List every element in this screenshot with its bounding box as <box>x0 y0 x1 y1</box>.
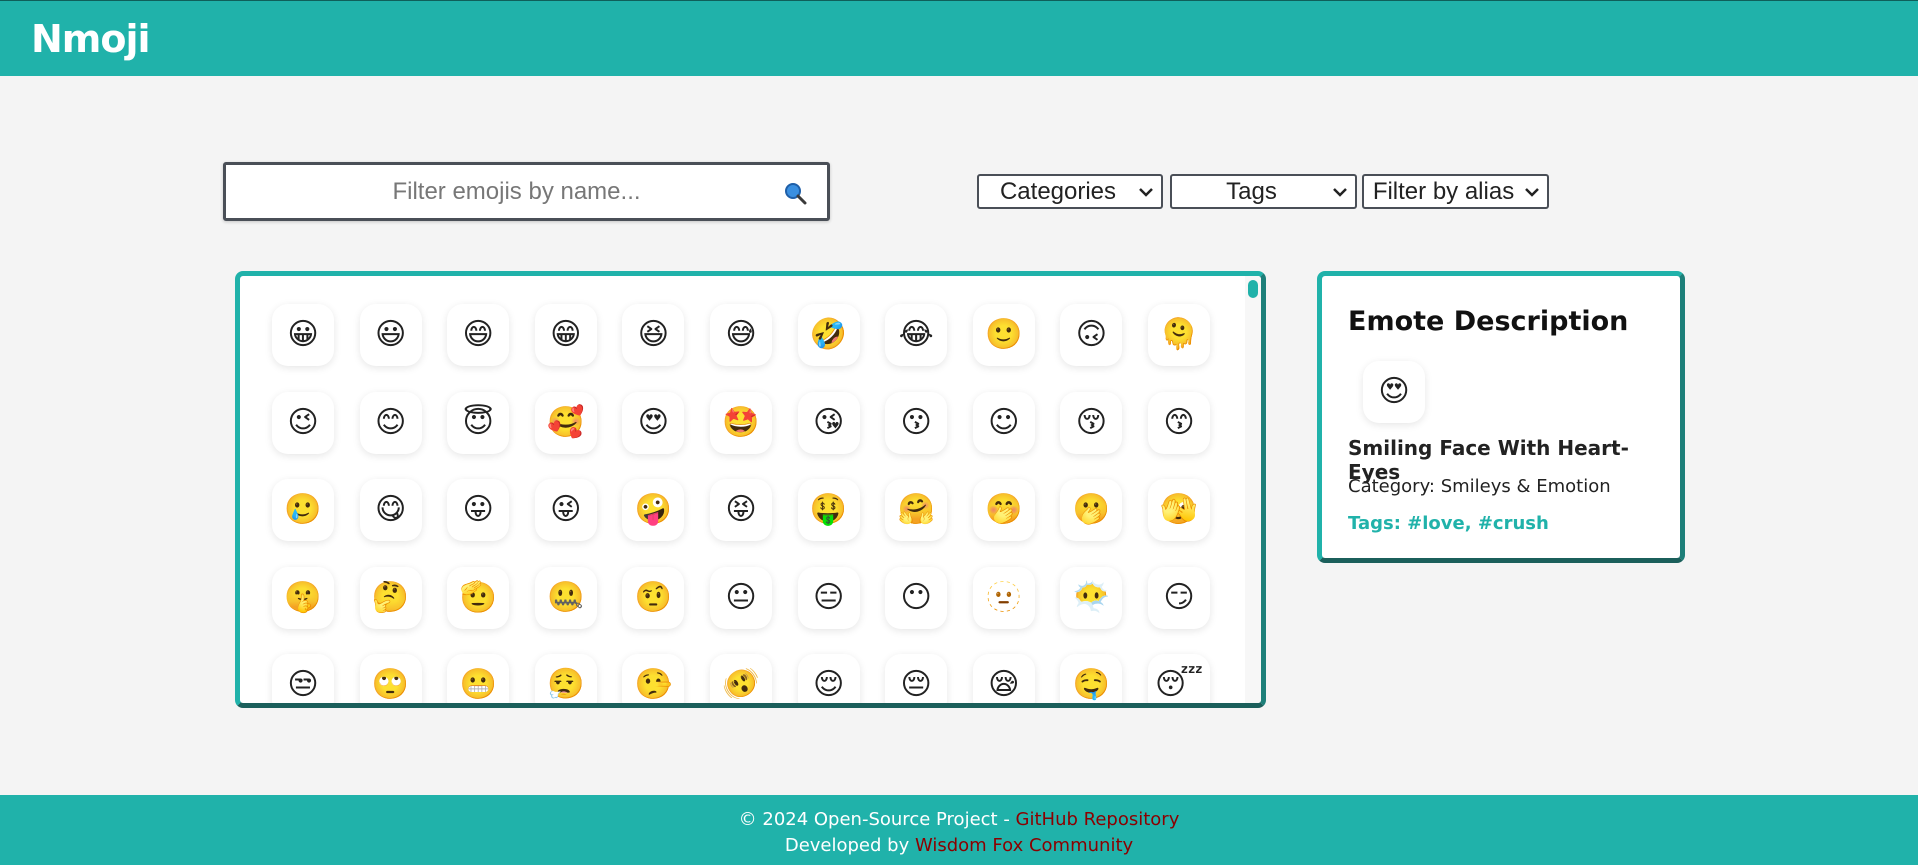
magnifier-icon[interactable] <box>783 181 807 205</box>
emoji-button[interactable]: 😃 <box>359 304 422 366</box>
emoji-button[interactable]: 🤤 <box>1060 654 1123 703</box>
wisdom-fox-community-link[interactable]: Wisdom Fox Community <box>915 835 1133 856</box>
brand-logo[interactable]: Nmoji <box>31 17 151 61</box>
emoji-grid-panel: 😀 😃 😄 😁 😆 😅 🤣 😂 🙂 🙃 🫠 😉 😊 😇 🥰 😍 🤩 😘 😗 ☺ 😚 😙 🥲 😋 😛 😜 🤪 😝 🤑 🤗 🤭 🫢 🫣 🤫 🤔 🫡 🤐 🤨 😐 😑… <box>235 271 1266 708</box>
emoji-button[interactable]: 🫨 <box>710 654 772 703</box>
emoji-button[interactable]: 😶 <box>885 566 948 629</box>
emoji-button[interactable]: 🙄 <box>359 654 422 703</box>
emoji-button[interactable]: 😙 <box>1148 391 1210 454</box>
tags-select[interactable]: Tags <box>1170 174 1357 209</box>
emoji-button[interactable]: 🤩 <box>710 391 772 454</box>
emoji-button[interactable]: 🤫 <box>272 566 334 629</box>
footer-copyright: © 2024 Open-Source Project - <box>738 809 1016 830</box>
emoji-button[interactable]: 🤪 <box>622 479 685 541</box>
emoji-button[interactable]: 😆 <box>622 304 685 366</box>
categories-select-label: Categories <box>999 177 1117 205</box>
alias-select[interactable]: Filter by alias <box>1362 174 1549 209</box>
emoji-button[interactable]: 😇 <box>447 391 510 454</box>
emoji-button[interactable]: 🫡 <box>447 566 510 629</box>
emoji-button[interactable]: 😪 <box>972 654 1035 703</box>
emoji-grid: 😀 😃 😄 😁 😆 😅 🤣 😂 🙂 🙃 🫠 😉 😊 😇 🥰 😍 🤩 😘 😗 ☺ 😚 😙 🥲 😋 😛 😜 🤪 😝 🤑 🤗 🤭 🫢 🫣 🤫 🤔 🫡 🤐 🤨 😐 😑… <box>240 276 1251 703</box>
emoji-button[interactable]: 😚 <box>1060 391 1123 454</box>
github-repository-link[interactable]: GitHub Repository <box>1016 809 1180 830</box>
search-field[interactable] <box>223 162 830 221</box>
alias-select-label: Filter by alias <box>1372 177 1515 205</box>
scrollbar-track[interactable] <box>1245 276 1261 703</box>
search-input[interactable] <box>226 165 827 218</box>
emoji-button[interactable]: 😀 <box>272 304 334 366</box>
emoji-button[interactable]: 😄 <box>447 304 510 366</box>
emoji-button[interactable]: 😛 <box>447 479 510 541</box>
emoji-button[interactable]: 😌 <box>797 654 860 703</box>
emoji-button[interactable]: 🤔 <box>359 566 422 629</box>
scrollbar-thumb[interactable] <box>1248 280 1258 298</box>
emoji-button[interactable]: 🥰 <box>534 391 597 454</box>
emoji-button[interactable]: 🙃 <box>1060 304 1123 366</box>
emoji-button[interactable]: 🤗 <box>885 479 948 541</box>
chevron-down-icon <box>1333 187 1347 197</box>
emote-description-card: Emote Description 😍 Smiling Face With He… <box>1317 271 1685 563</box>
emoji-button[interactable]: 🫢 <box>1060 479 1123 541</box>
emoji-button[interactable]: 😗 <box>885 391 948 454</box>
emoji-button[interactable]: 😂 <box>885 304 948 366</box>
emoji-button[interactable]: 🤣 <box>797 304 860 366</box>
emoji-button[interactable]: 🤐 <box>534 566 597 629</box>
emoji-button[interactable]: 🤭 <box>972 479 1035 541</box>
emoji-category: Category: Smileys & Emotion <box>1348 476 1611 497</box>
emoji-button[interactable]: 😒 <box>272 654 334 703</box>
emoji-button[interactable]: 😁 <box>534 304 597 366</box>
emoji-button[interactable]: 😮‍💨 <box>534 654 597 703</box>
emoji-button[interactable]: 😍 <box>622 391 685 454</box>
emoji-button[interactable]: 😅 <box>710 304 772 366</box>
chevron-down-icon <box>1525 187 1539 197</box>
emoji-tags: Tags: #love, #crush <box>1348 513 1549 534</box>
emoji-button[interactable]: 😝 <box>710 479 772 541</box>
emoji-button[interactable]: 🤑 <box>797 479 860 541</box>
emoji-button[interactable]: 🥲 <box>272 479 334 541</box>
categories-select[interactable]: Categories <box>977 174 1163 209</box>
emoji-button[interactable]: 😔 <box>885 654 948 703</box>
emoji-button[interactable]: 🫣 <box>1148 479 1210 541</box>
footer-line-1: © 2024 Open-Source Project - GitHub Repo… <box>0 809 1918 830</box>
emoji-button[interactable]: 😊 <box>359 391 422 454</box>
footer: © 2024 Open-Source Project - GitHub Repo… <box>0 795 1918 865</box>
emoji-button[interactable]: 🫥 <box>972 566 1035 629</box>
emoji-button[interactable]: 🙂 <box>972 304 1035 366</box>
tags-select-label: Tags <box>1226 177 1277 205</box>
emoji-button[interactable]: 😐 <box>710 566 772 629</box>
emoji-button[interactable]: 😘 <box>797 391 860 454</box>
description-title: Emote Description <box>1348 306 1629 337</box>
emoji-button[interactable]: 🤥 <box>622 654 685 703</box>
emoji-button[interactable]: 😉 <box>272 391 334 454</box>
emoji-button[interactable]: 😶‍🌫️ <box>1060 566 1123 629</box>
emoji-button[interactable]: 😑 <box>797 566 860 629</box>
emoji-button[interactable]: 😜 <box>534 479 597 541</box>
selected-emoji: 😍 <box>1363 361 1425 423</box>
emoji-button[interactable]: 😴 <box>1148 654 1210 703</box>
emoji-button[interactable]: 😋 <box>359 479 422 541</box>
emoji-button[interactable]: 😬 <box>447 654 510 703</box>
footer-line-2: Developed by Wisdom Fox Community <box>0 835 1918 856</box>
emoji-button[interactable]: 🫠 <box>1148 304 1210 366</box>
emoji-button[interactable]: 🤨 <box>622 566 685 629</box>
emoji-button[interactable]: 😏 <box>1148 566 1210 629</box>
chevron-down-icon <box>1139 187 1153 197</box>
emoji-button[interactable]: ☺ <box>972 391 1035 454</box>
top-bar: Nmoji <box>0 0 1918 76</box>
footer-developed-by: Developed by <box>784 835 915 856</box>
